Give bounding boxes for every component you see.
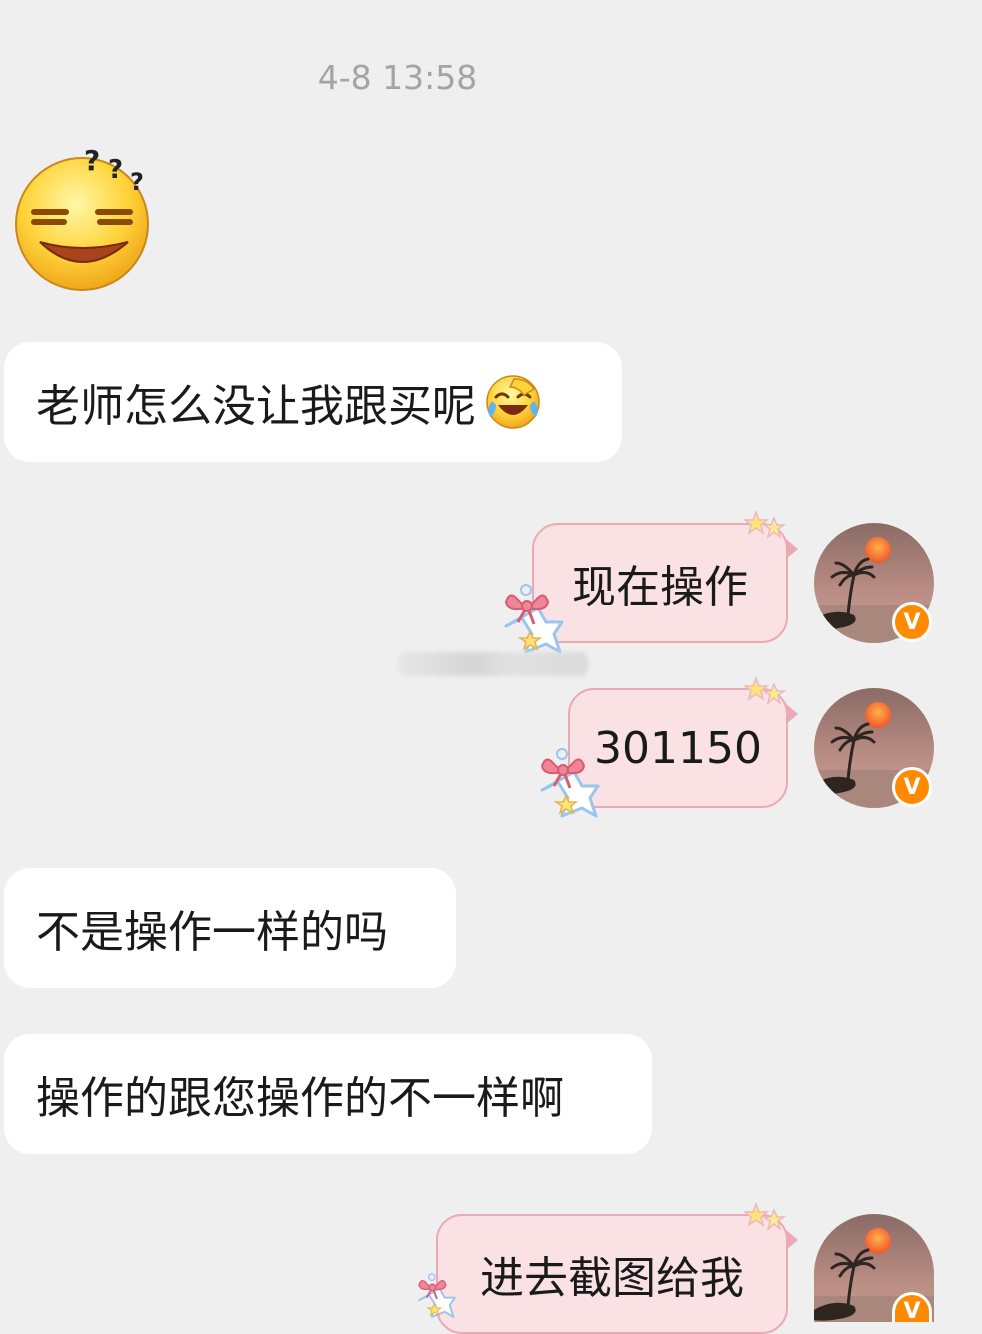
bow-star-decoration-icon <box>532 746 602 824</box>
star-decoration-icon <box>742 676 790 710</box>
incoming-message-bubble[interactable]: 老师怎么没让我跟买呢 <box>4 342 622 462</box>
incoming-message-bubble[interactable]: 不是操作一样的吗 <box>4 868 456 988</box>
verified-v-badge: V <box>892 602 932 642</box>
blurred-caption <box>398 652 588 676</box>
laughing-crying-emoji-icon <box>486 375 540 429</box>
bow-star-decoration-icon <box>496 582 566 660</box>
star-decoration-icon <box>742 510 790 544</box>
verified-v-badge: V <box>892 767 932 807</box>
message-text: 301150 <box>594 722 762 774</box>
message-text: 老师怎么没让我跟买呢 <box>36 381 476 432</box>
svg-text:?: ? <box>84 144 100 177</box>
incoming-message-bubble[interactable]: 操作的跟您操作的不一样啊 <box>4 1034 652 1154</box>
outgoing-message-bubble[interactable]: 进去截图给我 <box>436 1214 798 1334</box>
chat-timestamp: 4-8 13:58 <box>317 58 478 97</box>
message-text: 进去截图给我 <box>480 1253 744 1304</box>
confused-grin-emoji-icon[interactable]: ? ? ? <box>12 142 162 292</box>
svg-text:?: ? <box>130 168 144 196</box>
bow-star-decoration-icon <box>400 1272 470 1322</box>
message-text: 操作的跟您操作的不一样啊 <box>36 1073 564 1124</box>
star-decoration-icon <box>742 1202 790 1236</box>
message-text: 不是操作一样的吗 <box>36 907 388 958</box>
message-text: 现在操作 <box>572 562 748 613</box>
svg-text:?: ? <box>108 155 123 185</box>
